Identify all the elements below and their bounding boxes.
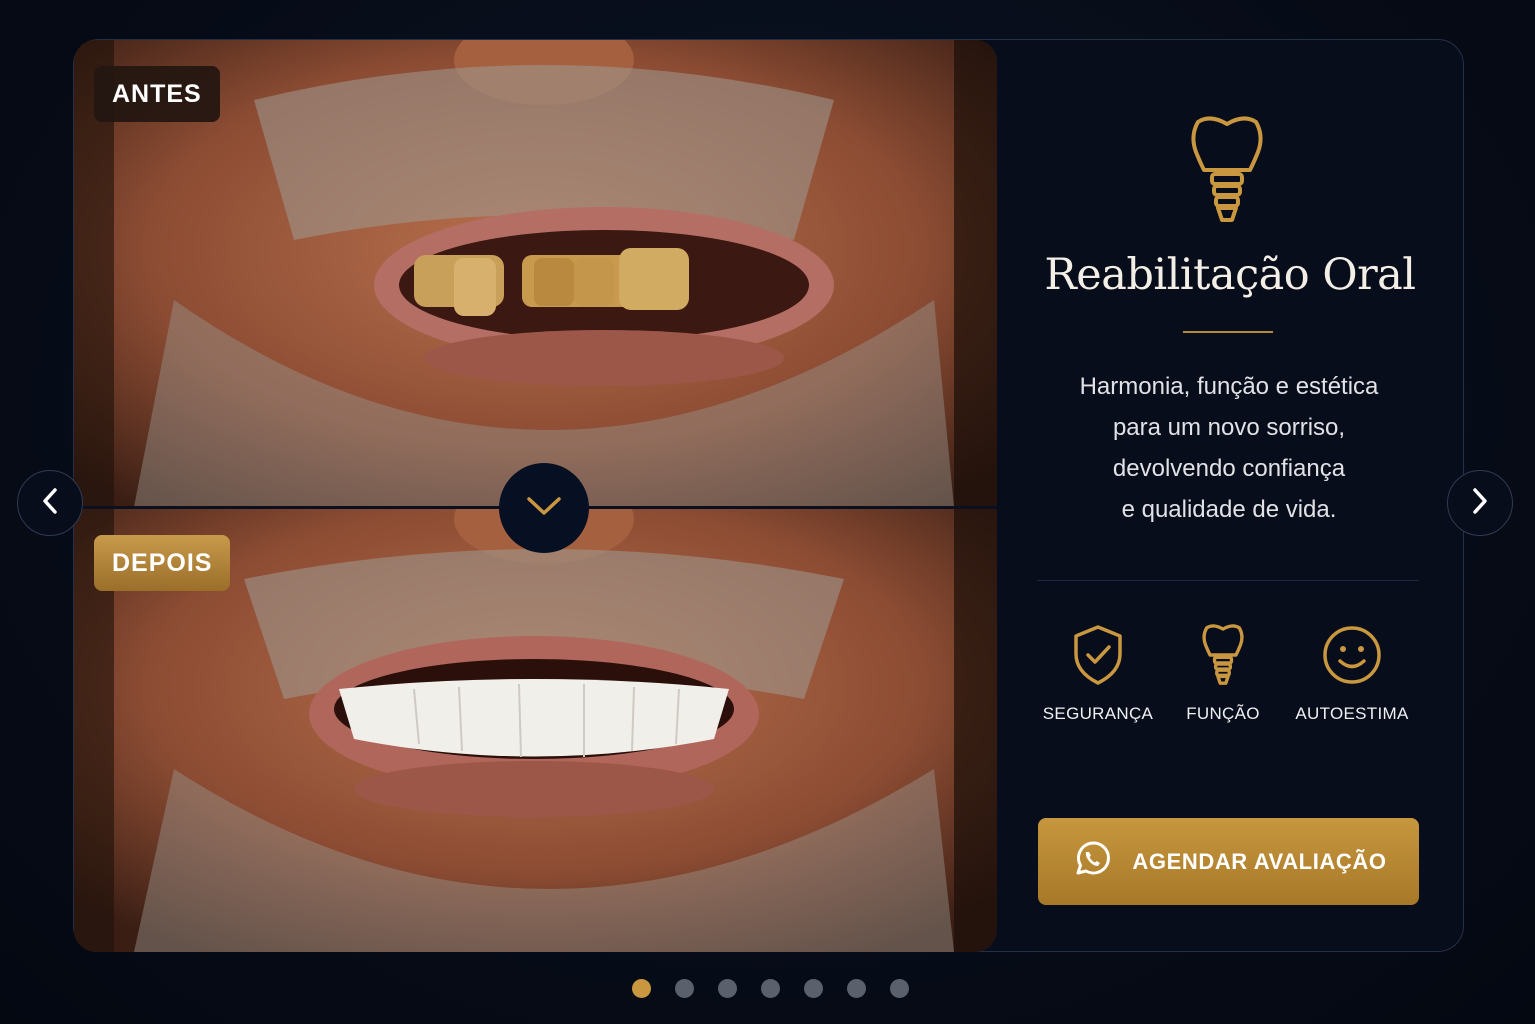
compare-toggle-button[interactable] — [499, 463, 589, 553]
cta-label: AGENDAR AVALIAÇÃO — [1132, 848, 1387, 874]
chevron-right-icon — [1471, 487, 1489, 520]
feature-label: FUNÇÃO — [1186, 704, 1260, 723]
pagination-dot[interactable] — [632, 979, 651, 998]
pagination-dot[interactable] — [675, 979, 694, 998]
chevron-left-icon — [41, 487, 59, 520]
slide-description: Harmonia, função e estética para um novo… — [1040, 366, 1418, 530]
feature-label: AUTOESTIMA — [1295, 704, 1409, 723]
pagination-dot[interactable] — [718, 979, 737, 998]
next-slide-button[interactable] — [1447, 470, 1513, 536]
dental-implant-icon — [1201, 623, 1245, 692]
description-line: Harmonia, função e estética — [1079, 373, 1379, 400]
section-divider — [1037, 580, 1419, 581]
smiley-face-icon — [1321, 624, 1383, 691]
dental-implant-icon — [1188, 114, 1266, 231]
before-tag: ANTES — [94, 66, 220, 122]
feature-seguranca: SEGURANÇA — [1028, 622, 1168, 724]
schedule-evaluation-button[interactable]: AGENDAR AVALIAÇÃO — [1038, 818, 1419, 905]
description-line: e qualidade de vida. — [1121, 496, 1337, 523]
description-line: para um novo sorriso, — [1112, 414, 1346, 441]
shield-check-icon — [1072, 624, 1124, 691]
pagination-dot[interactable] — [890, 979, 909, 998]
carousel-pagination — [632, 979, 909, 998]
pagination-dot[interactable] — [804, 979, 823, 998]
whatsapp-icon — [1070, 837, 1114, 886]
feature-autoestima: AUTOESTIMA — [1282, 622, 1422, 724]
pagination-dot[interactable] — [847, 979, 866, 998]
previous-slide-button[interactable] — [17, 470, 83, 536]
title-underline — [1183, 331, 1273, 333]
feature-label: SEGURANÇA — [1042, 704, 1154, 723]
feature-funcao: FUNÇÃO — [1153, 622, 1293, 724]
chevron-down-icon — [526, 495, 562, 522]
pagination-dot[interactable] — [761, 979, 780, 998]
slide-title: Reabilitação Oral — [1044, 250, 1416, 300]
description-line: devolvendo confiança — [1112, 455, 1346, 482]
after-tag: DEPOIS — [94, 535, 231, 591]
